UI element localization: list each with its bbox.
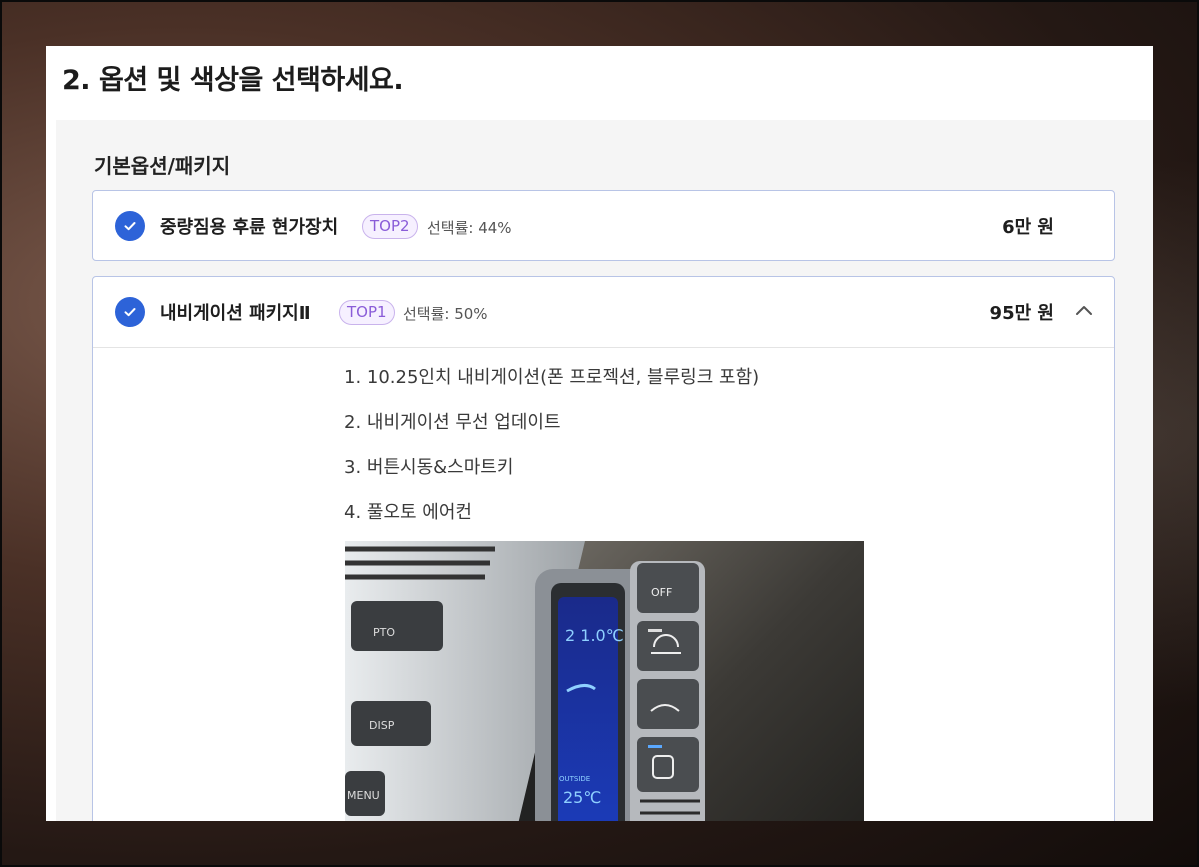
frame-border: [0, 0, 1199, 867]
